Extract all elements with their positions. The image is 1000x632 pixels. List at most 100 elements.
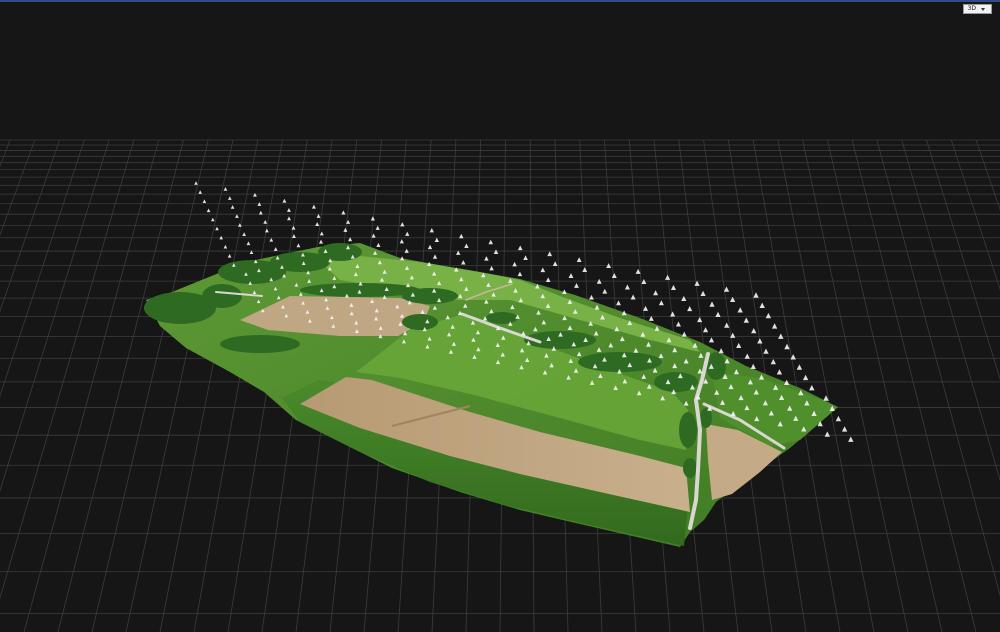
camera-marker[interactable] — [211, 217, 215, 222]
camera-marker[interactable] — [258, 210, 263, 215]
camera-marker[interactable] — [287, 216, 291, 221]
view-mode-dropdown[interactable]: 3D — [962, 4, 992, 14]
camera-marker[interactable] — [399, 239, 404, 244]
camera-marker[interactable] — [700, 290, 706, 296]
camera-marker[interactable] — [729, 296, 736, 302]
camera-marker[interactable] — [429, 227, 434, 233]
camera-marker[interactable] — [434, 237, 440, 242]
camera-marker[interactable] — [489, 265, 494, 271]
camera-marker[interactable] — [427, 244, 433, 250]
camera-marker[interactable] — [227, 254, 232, 258]
camera-marker[interactable] — [630, 294, 636, 300]
camera-marker[interactable] — [611, 273, 617, 278]
camera-marker[interactable] — [778, 333, 784, 339]
camera-marker[interactable] — [658, 300, 664, 306]
camera-marker[interactable] — [624, 284, 630, 290]
camera-marker[interactable] — [718, 348, 724, 354]
camera-marker[interactable] — [235, 214, 239, 218]
camera-marker[interactable] — [370, 216, 375, 221]
camera-marker[interactable] — [743, 317, 749, 323]
camera-marker[interactable] — [253, 192, 257, 197]
camera-marker[interactable] — [744, 353, 750, 359]
camera-marker[interactable] — [194, 181, 198, 185]
camera-marker[interactable] — [223, 244, 228, 249]
camera-marker[interactable] — [215, 226, 219, 231]
camera-marker[interactable] — [751, 327, 757, 334]
camera-marker[interactable] — [753, 292, 759, 298]
3d-viewport[interactable]: 3D — [0, 0, 1000, 632]
camera-marker[interactable] — [552, 261, 558, 266]
camera-marker[interactable] — [736, 342, 742, 349]
camera-marker[interactable] — [246, 241, 251, 246]
camera-marker[interactable] — [540, 267, 546, 273]
camera-marker[interactable] — [681, 331, 687, 337]
camera-marker[interactable] — [488, 239, 494, 245]
camera-marker[interactable] — [545, 277, 551, 282]
camera-marker[interactable] — [824, 431, 830, 437]
camera-marker[interactable] — [653, 290, 659, 296]
camera-marker[interactable] — [282, 198, 287, 203]
camera-marker[interactable] — [223, 187, 228, 191]
camera-marker[interactable] — [291, 225, 296, 230]
camera-marker[interactable] — [311, 204, 316, 209]
camera-marker[interactable] — [675, 321, 681, 327]
camera-marker[interactable] — [582, 267, 588, 272]
camera-marker[interactable] — [665, 274, 671, 280]
camera-marker[interactable] — [375, 225, 380, 230]
camera-marker[interactable] — [461, 260, 466, 265]
camera-marker[interactable] — [292, 234, 296, 239]
camera-marker[interactable] — [523, 255, 528, 260]
camera-marker[interactable] — [371, 233, 376, 238]
terrain-model[interactable] — [144, 243, 838, 547]
camera-marker[interactable] — [697, 316, 703, 323]
camera-marker[interactable] — [643, 305, 649, 311]
camera-marker[interactable] — [602, 288, 608, 294]
camera-marker[interactable] — [765, 312, 772, 319]
camera-marker[interactable] — [574, 283, 579, 288]
camera-marker[interactable] — [484, 256, 489, 261]
camera-marker[interactable] — [703, 327, 709, 333]
camera-marker[interactable] — [687, 305, 693, 312]
camera-marker[interactable] — [464, 243, 469, 248]
camera-marker[interactable] — [265, 228, 269, 233]
camera-marker[interactable] — [568, 273, 574, 278]
camera-marker[interactable] — [670, 284, 677, 290]
camera-marker[interactable] — [376, 242, 381, 248]
camera-marker[interactable] — [770, 358, 776, 365]
camera-marker[interactable] — [670, 311, 676, 317]
camera-marker[interactable] — [709, 301, 715, 307]
camera-marker[interactable] — [432, 254, 438, 259]
camera-marker[interactable] — [405, 231, 410, 236]
camera-marker[interactable] — [206, 208, 211, 213]
camera-marker[interactable] — [802, 374, 809, 381]
camera-marker[interactable] — [737, 307, 743, 313]
camera-marker[interactable] — [319, 231, 324, 236]
camera-marker[interactable] — [227, 196, 232, 200]
camera-marker[interactable] — [776, 369, 783, 375]
camera-marker[interactable] — [616, 300, 621, 306]
camera-marker[interactable] — [809, 385, 815, 391]
camera-marker[interactable] — [763, 348, 769, 354]
camera-marker[interactable] — [242, 232, 246, 236]
camera-marker[interactable] — [589, 294, 594, 300]
camera-marker[interactable] — [202, 199, 207, 203]
camera-marker[interactable] — [576, 257, 582, 263]
camera-marker[interactable] — [286, 208, 291, 212]
camera-marker[interactable] — [835, 415, 842, 422]
camera-marker[interactable] — [724, 322, 730, 328]
camera-marker[interactable] — [400, 222, 405, 227]
camera-marker[interactable] — [715, 311, 721, 317]
camera-marker[interactable] — [493, 249, 499, 254]
camera-marker[interactable] — [848, 436, 854, 442]
camera-marker[interactable] — [343, 227, 348, 232]
camera-marker[interactable] — [319, 239, 323, 244]
camera-marker[interactable] — [517, 245, 523, 251]
camera-marker[interactable] — [841, 426, 848, 432]
camera-marker[interactable] — [750, 363, 756, 369]
camera-marker[interactable] — [547, 251, 553, 257]
camera-marker[interactable] — [796, 364, 803, 370]
camera-marker[interactable] — [459, 233, 464, 239]
camera-marker[interactable] — [759, 302, 765, 308]
camera-marker[interactable] — [263, 219, 268, 224]
camera-marker[interactable] — [198, 190, 202, 194]
